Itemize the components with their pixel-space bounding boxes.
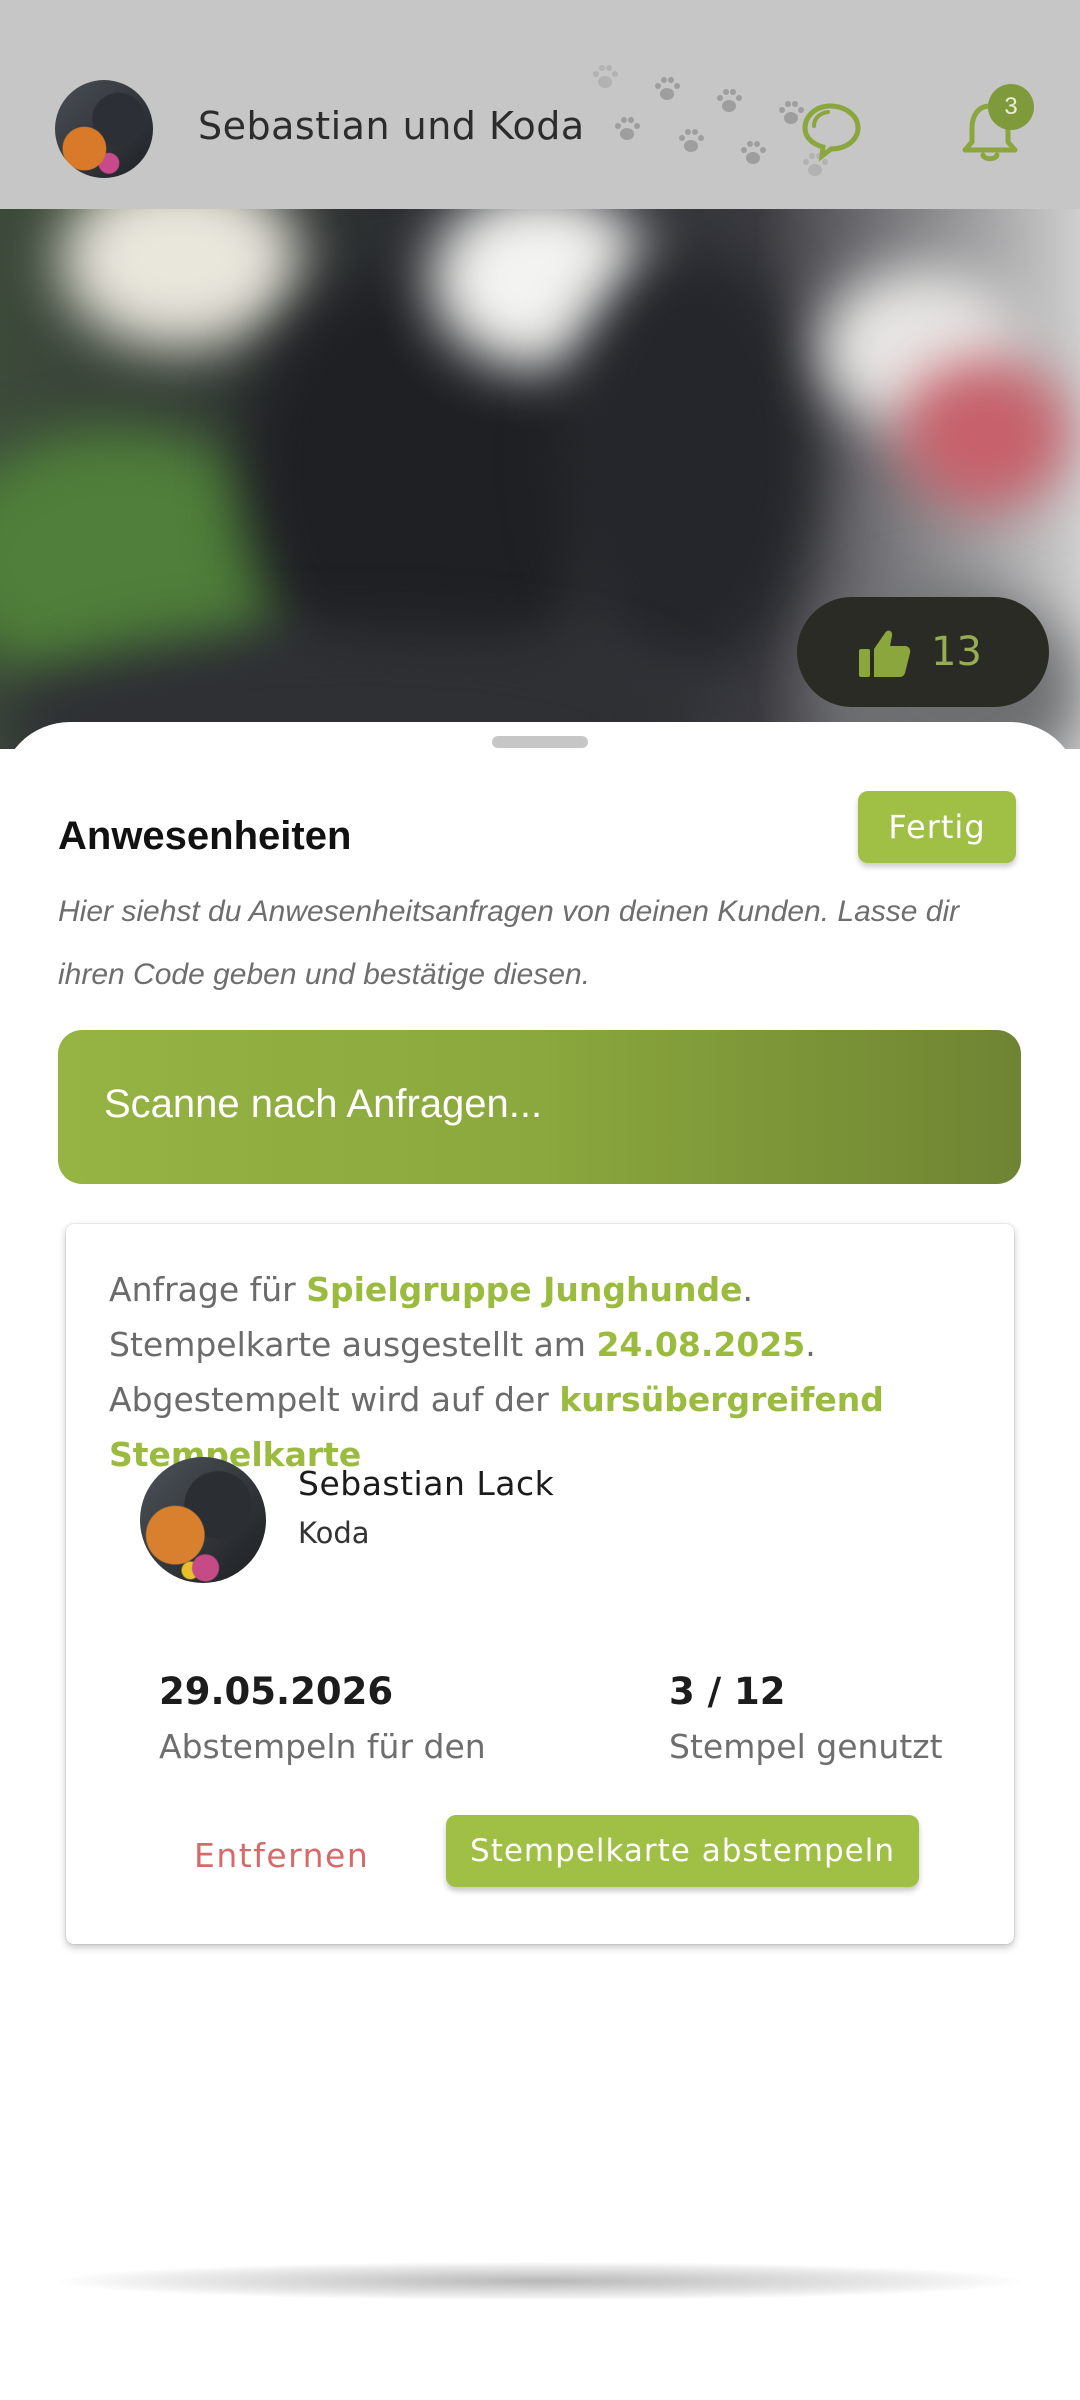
paw-print-icon (714, 86, 744, 116)
course-name: Spielgruppe Junghunde (306, 1270, 743, 1309)
stamps-used: 3 / 12 (669, 1670, 786, 1713)
request-text-prefix: Anfrage für (109, 1270, 307, 1309)
stamps-used-label: Stempel genutzt (669, 1727, 943, 1766)
bottom-shadow (60, 2262, 1020, 2300)
scan-requests-button[interactable]: Scanne nach Anfragen... (58, 1030, 1021, 1184)
notification-badge: 3 (988, 84, 1034, 130)
sheet-grabber-handle[interactable] (492, 736, 588, 748)
attendance-sheet: Anwesenheiten Fertig Hier siehst du Anwe… (0, 722, 1080, 2400)
paw-print-icon (652, 74, 682, 104)
paw-print-icon (612, 114, 642, 144)
like-button[interactable]: 13 (797, 597, 1049, 707)
thumbs-up-icon (857, 627, 911, 679)
customer-avatar (140, 1457, 266, 1583)
stamp-date: 29.05.2026 (159, 1670, 394, 1713)
customer-name: Sebastian Lack (298, 1464, 555, 1503)
scan-label: Scanne nach Anfragen... (104, 1082, 543, 1126)
paw-print-icon (738, 138, 768, 168)
attendance-request-card: Anfrage für Spielgruppe Junghunde. Stemp… (66, 1224, 1014, 1944)
issued-date: 24.08.2025 (596, 1325, 806, 1364)
stamp-date-label: Abstempeln für den (159, 1727, 486, 1766)
paw-print-icon (590, 62, 620, 92)
chat-icon[interactable] (800, 98, 866, 164)
like-count: 13 (931, 629, 982, 675)
stamp-card-button[interactable]: Stempelkarte abstempeln (446, 1815, 919, 1887)
app-header: Sebastian und Koda 3 (0, 0, 1080, 209)
request-summary: Anfrage für Spielgruppe Junghunde. Stemp… (109, 1262, 979, 1482)
dog-name: Koda (298, 1516, 370, 1550)
sheet-title: Anwesenheiten (58, 814, 352, 858)
done-button[interactable]: Fertig (858, 791, 1016, 863)
header-title: Sebastian und Koda (198, 104, 585, 148)
paw-print-icon (676, 126, 706, 156)
remove-button[interactable]: Entfernen (194, 1836, 369, 1875)
sheet-description: Hier siehst du Anwesenheitsanfragen von … (58, 895, 960, 991)
profile-avatar[interactable] (55, 80, 153, 178)
